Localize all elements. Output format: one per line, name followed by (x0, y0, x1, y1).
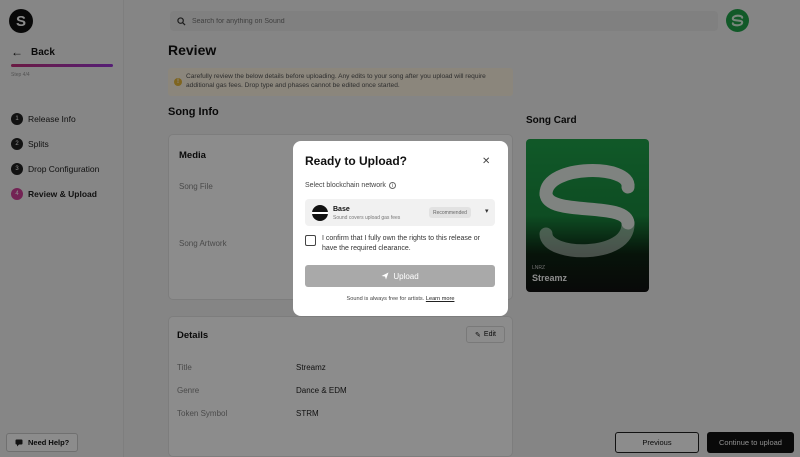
learn-more-link[interactable]: Learn more (426, 296, 455, 302)
upload-modal: Ready to Upload? ✕ Select blockchain net… (293, 141, 508, 316)
network-select[interactable]: Base Sound covers upload gas fees Recomm… (305, 199, 495, 226)
chevron-down-icon: ▾ (485, 208, 489, 215)
modal-title: Ready to Upload? (305, 154, 408, 168)
base-network-icon (312, 205, 328, 221)
send-icon (381, 272, 389, 280)
free-text: Sound is always free for artists. (346, 296, 425, 302)
free-notice: Sound is always free for artists. Learn … (293, 296, 508, 302)
recommended-badge: Recommended (429, 207, 471, 218)
network-subtitle: Sound covers upload gas fees (333, 215, 401, 221)
network-name: Base (333, 206, 350, 213)
upload-button[interactable]: Upload (305, 265, 495, 287)
confirm-text: I confirm that I fully own the rights to… (322, 235, 480, 252)
network-label: Select blockchain network i (305, 182, 396, 189)
close-icon[interactable]: ✕ (482, 156, 490, 167)
network-label-text: Select blockchain network (305, 182, 386, 189)
info-icon[interactable]: i (388, 182, 396, 189)
confirm-checkbox[interactable] (305, 235, 316, 246)
upload-label: Upload (393, 271, 419, 281)
rights-confirmation[interactable]: I confirm that I fully own the rights to… (305, 234, 495, 254)
